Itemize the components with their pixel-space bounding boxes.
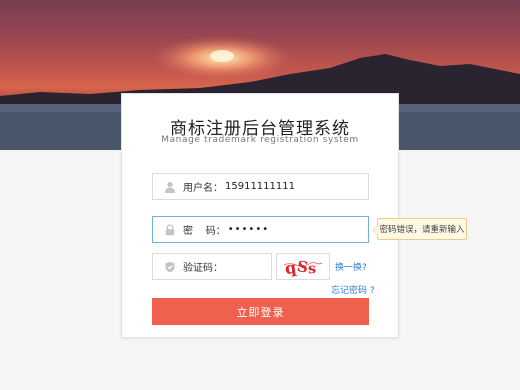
page-subtitle: Manage trademark registration system <box>161 135 359 145</box>
svg-text:q: q <box>284 257 298 277</box>
login-button[interactable]: 立即登录 <box>152 298 369 325</box>
password-label: 密 码： <box>183 226 226 237</box>
forgot-password-link[interactable]: 忘记密码 ? <box>331 283 375 296</box>
captcha-field[interactable]: 验证码： <box>152 253 272 280</box>
captcha-graphic: q S s <box>284 257 323 278</box>
shield-icon <box>163 260 177 274</box>
error-message: 密码错误，请重新输入 <box>379 225 465 235</box>
password-field[interactable]: 密 码： •••••• <box>152 216 369 243</box>
username-label: 用户名： <box>183 183 223 194</box>
password-error-tooltip: 密码错误，请重新输入 <box>372 218 467 240</box>
refresh-captcha-link[interactable]: 换一换? <box>335 260 367 273</box>
username-input[interactable]: 15911111111 <box>225 181 295 192</box>
captcha-label: 验证码： <box>183 263 223 274</box>
captcha-image[interactable]: q S s <box>276 253 330 280</box>
lock-icon <box>163 223 177 237</box>
username-field[interactable]: 用户名： 15911111111 <box>152 173 369 200</box>
password-input[interactable]: •••••• <box>228 224 269 235</box>
login-card: 商标注册后台管理系统 Manage trademark registration… <box>121 93 399 338</box>
user-icon <box>163 180 177 194</box>
